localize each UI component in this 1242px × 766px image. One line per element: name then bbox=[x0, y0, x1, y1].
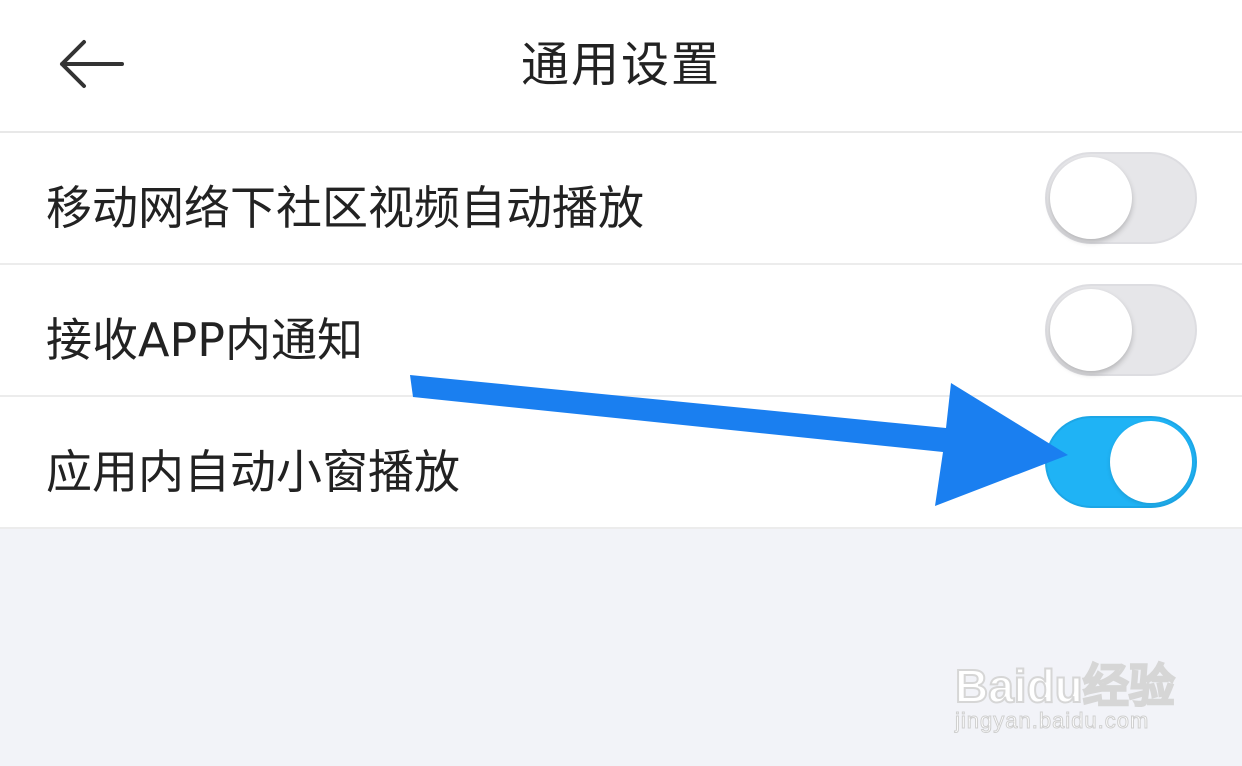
setting-label: 应用内自动小窗播放 bbox=[46, 445, 460, 499]
setting-label: 接收APP内通知 bbox=[46, 313, 363, 367]
baidu-jingyan-watermark: Baidu经验 jingyan.baidu.com bbox=[954, 630, 1185, 745]
watermark-url: jingyan.baidu.com bbox=[954, 708, 1150, 734]
setting-label: 移动网络下社区视频自动播放 bbox=[46, 181, 644, 235]
setting-row-mobile-video-autoplay: 移动网络下社区视频自动播放 bbox=[0, 133, 1242, 265]
settings-list: 移动网络下社区视频自动播放 接收APP内通知 应用内自动小窗播放 bbox=[0, 133, 1242, 529]
page-title: 通用设置 bbox=[520, 37, 721, 93]
toggle-knob bbox=[1050, 157, 1132, 239]
toggle-knob bbox=[1050, 289, 1132, 371]
watermark-logo: Baidu经验 bbox=[954, 659, 1176, 713]
setting-row-in-app-mini-window: 应用内自动小窗播放 bbox=[0, 397, 1242, 529]
in-app-mini-window-toggle[interactable] bbox=[1045, 416, 1197, 508]
top-bar: 通用设置 bbox=[0, 0, 1242, 133]
toggle-knob bbox=[1110, 421, 1192, 503]
app-notifications-toggle[interactable] bbox=[1045, 284, 1197, 376]
mobile-video-autoplay-toggle[interactable] bbox=[1045, 152, 1197, 244]
setting-row-app-notifications: 接收APP内通知 bbox=[0, 265, 1242, 397]
